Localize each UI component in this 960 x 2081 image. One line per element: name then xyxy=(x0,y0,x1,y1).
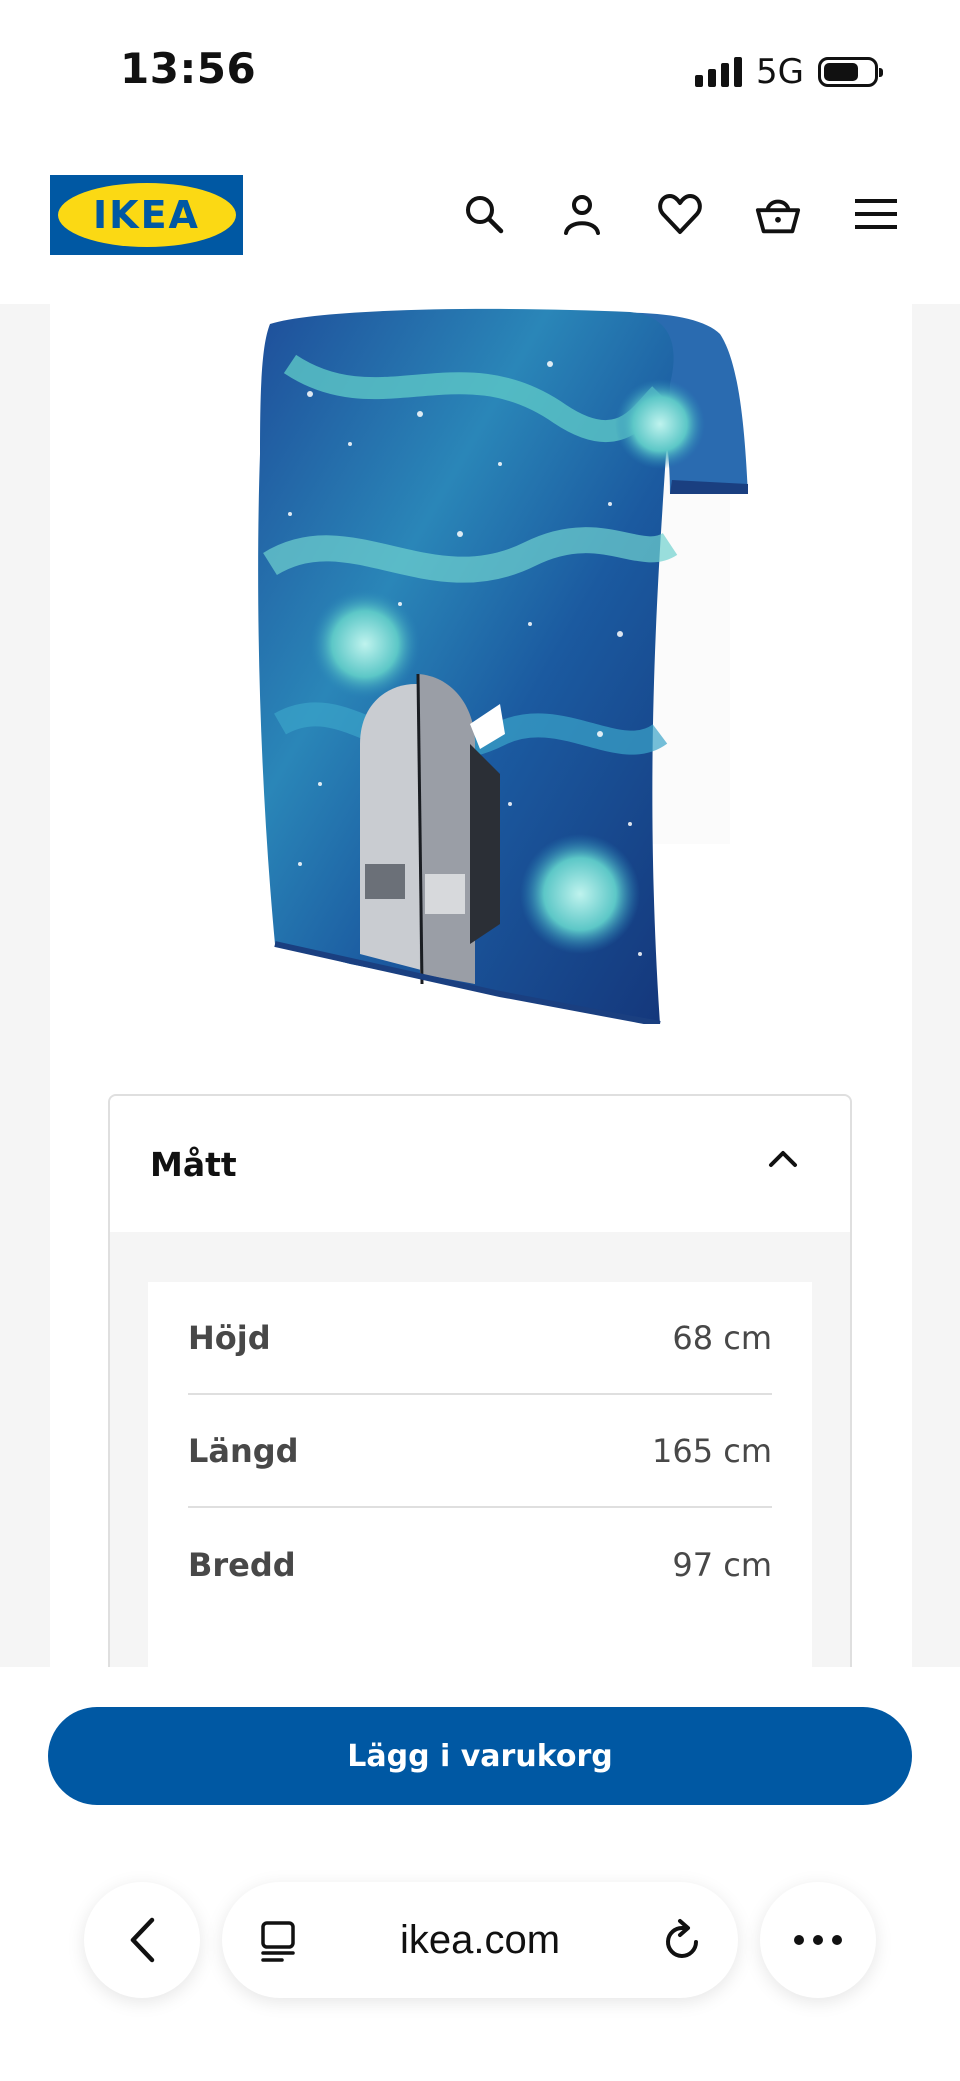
battery-icon xyxy=(818,57,883,87)
basket-icon[interactable] xyxy=(754,190,802,238)
add-to-cart-button[interactable]: Lägg i varukorg xyxy=(48,1707,912,1805)
logo-text: IKEA xyxy=(93,193,200,237)
dimensions-title: Mått xyxy=(150,1144,237,1184)
product-content: Mått Höjd 68 cm Längd 165 cm Bredd 97 cm xyxy=(50,304,912,1667)
product-image[interactable] xyxy=(200,304,820,1024)
site-header: IKEA xyxy=(0,140,960,304)
ikea-logo[interactable]: IKEA xyxy=(50,175,243,255)
dimension-value: 165 cm xyxy=(651,1431,772,1470)
network-label: 5G xyxy=(756,52,804,92)
dimensions-panel: Mått Höjd 68 cm Längd 165 cm Bredd 97 cm xyxy=(108,1094,852,1667)
reload-icon[interactable] xyxy=(662,1918,704,1966)
dimension-row-length: Längd 165 cm xyxy=(188,1395,772,1508)
dimension-label: Höjd xyxy=(188,1318,271,1357)
chevron-left-icon xyxy=(130,1917,155,1963)
dimensions-table: Höjd 68 cm Längd 165 cm Bredd 97 cm xyxy=(148,1282,812,1667)
more-button[interactable] xyxy=(760,1882,876,1998)
browser-toolbar: ikea.com xyxy=(0,1860,960,2081)
dimension-row-height: Höjd 68 cm xyxy=(188,1282,772,1395)
search-icon[interactable] xyxy=(460,190,508,238)
heart-icon[interactable] xyxy=(656,190,704,238)
url-text: ikea.com xyxy=(399,1917,561,1962)
status-indicators: 5G xyxy=(695,52,883,92)
menu-icon[interactable] xyxy=(852,190,900,238)
status-time: 13:56 xyxy=(120,44,257,93)
dimension-value: 68 cm xyxy=(672,1318,772,1357)
dimension-row-width: Bredd 97 cm xyxy=(188,1508,772,1621)
account-icon[interactable] xyxy=(558,190,606,238)
dimension-label: Längd xyxy=(188,1431,299,1470)
header-nav xyxy=(460,190,900,238)
address-bar[interactable]: ikea.com xyxy=(222,1882,738,1998)
dimensions-header[interactable]: Mått xyxy=(110,1096,850,1232)
back-button[interactable] xyxy=(84,1882,200,1998)
signal-icon xyxy=(695,57,743,87)
more-icon xyxy=(794,1935,842,1945)
tabs-icon[interactable] xyxy=(258,1920,298,1966)
dimension-value: 97 cm xyxy=(672,1545,772,1584)
dimension-label: Bredd xyxy=(188,1545,296,1584)
status-bar: 13:56 5G xyxy=(0,0,960,140)
chevron-up-icon[interactable] xyxy=(768,1148,798,1172)
